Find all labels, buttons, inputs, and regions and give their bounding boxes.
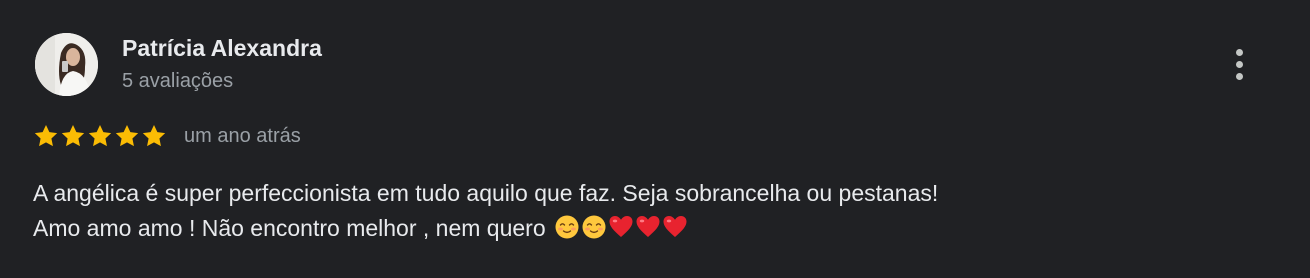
review-text: A angélica é super perfeccionista em tud… bbox=[33, 176, 1233, 246]
smiling-face-icon bbox=[555, 215, 579, 239]
rating-row: um ano atrás bbox=[33, 122, 301, 150]
more-options-button[interactable] bbox=[1224, 44, 1254, 84]
more-vertical-icon bbox=[1235, 48, 1243, 56]
red-heart-icon bbox=[663, 216, 687, 237]
review-text-line-2: Amo amo amo ! Não encontro melhor , nem … bbox=[33, 215, 546, 241]
star-rating bbox=[33, 123, 167, 149]
emoji-row bbox=[554, 214, 688, 240]
reviewer-name[interactable]: Patrícia Alexandra bbox=[122, 35, 322, 62]
star-icon bbox=[34, 124, 58, 147]
reviewer-review-count[interactable]: 5 avaliações bbox=[122, 70, 233, 93]
red-heart-icon bbox=[609, 216, 633, 237]
review-text-line-1: A angélica é super perfeccionista em tud… bbox=[33, 180, 939, 206]
more-vertical-icon-dot bbox=[1235, 60, 1243, 68]
review-date: um ano atrás bbox=[184, 124, 301, 147]
profile-photo bbox=[35, 33, 98, 96]
avatar[interactable] bbox=[35, 33, 98, 96]
smiling-face-icon bbox=[582, 215, 606, 239]
red-heart-icon bbox=[636, 216, 660, 237]
more-vertical-icon-dot bbox=[1235, 72, 1243, 80]
star-icon bbox=[61, 124, 85, 147]
star-icon bbox=[115, 124, 139, 147]
review-card: Patrícia Alexandra 5 avaliações um ano a… bbox=[0, 0, 1310, 278]
star-icon bbox=[88, 124, 112, 147]
star-icon bbox=[142, 124, 166, 147]
